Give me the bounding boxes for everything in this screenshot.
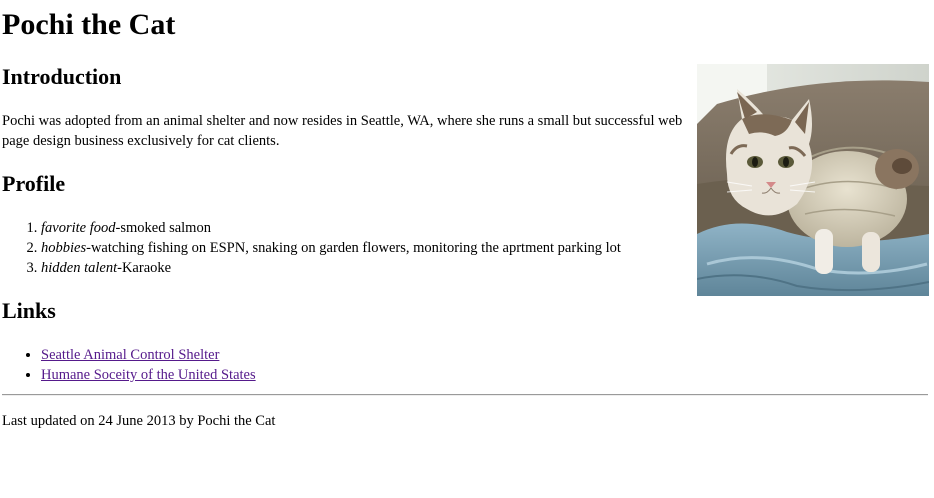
- profile-item-favorite-food: favorite food-smoked salmon: [41, 218, 621, 238]
- profile-heading: Profile: [2, 171, 66, 196]
- profile-item-hidden-talent: hidden talent-Karaoke: [41, 258, 621, 278]
- page-title: Pochi the Cat: [2, 8, 176, 41]
- link-humane-society[interactable]: Humane Soceity of the United States: [41, 367, 256, 383]
- footer-text: Last updated on 24 June 2013 by Pochi th…: [2, 413, 276, 429]
- list-item: Humane Soceity of the United States: [41, 365, 256, 385]
- profile-value: -watching fishing on ESPN, snaking on ga…: [86, 240, 621, 256]
- profile-term: favorite food: [41, 220, 116, 236]
- link-seattle-animal-control-shelter[interactable]: Seattle Animal Control Shelter: [41, 347, 219, 363]
- links-list: Seattle Animal Control Shelter Humane So…: [2, 345, 256, 385]
- profile-item-hobbies: hobbies-watching fishing on ESPN, snakin…: [41, 238, 621, 258]
- profile-term: hobbies: [41, 240, 87, 256]
- introduction-text: Pochi was adopted from an animal shelter…: [2, 113, 683, 149]
- links-heading: Links: [2, 298, 56, 323]
- profile-value: -smoked salmon: [115, 220, 211, 236]
- list-item: Seattle Animal Control Shelter: [41, 345, 256, 365]
- profile-value: -Karaoke: [117, 260, 172, 276]
- profile-term: hidden talent: [41, 260, 118, 276]
- cat-photo: [697, 64, 929, 296]
- introduction-heading: Introduction: [2, 64, 122, 89]
- cat-photo-illustration: [697, 64, 929, 296]
- footer-divider: [2, 394, 928, 396]
- profile-list: favorite food-smoked salmon hobbies-watc…: [2, 218, 621, 278]
